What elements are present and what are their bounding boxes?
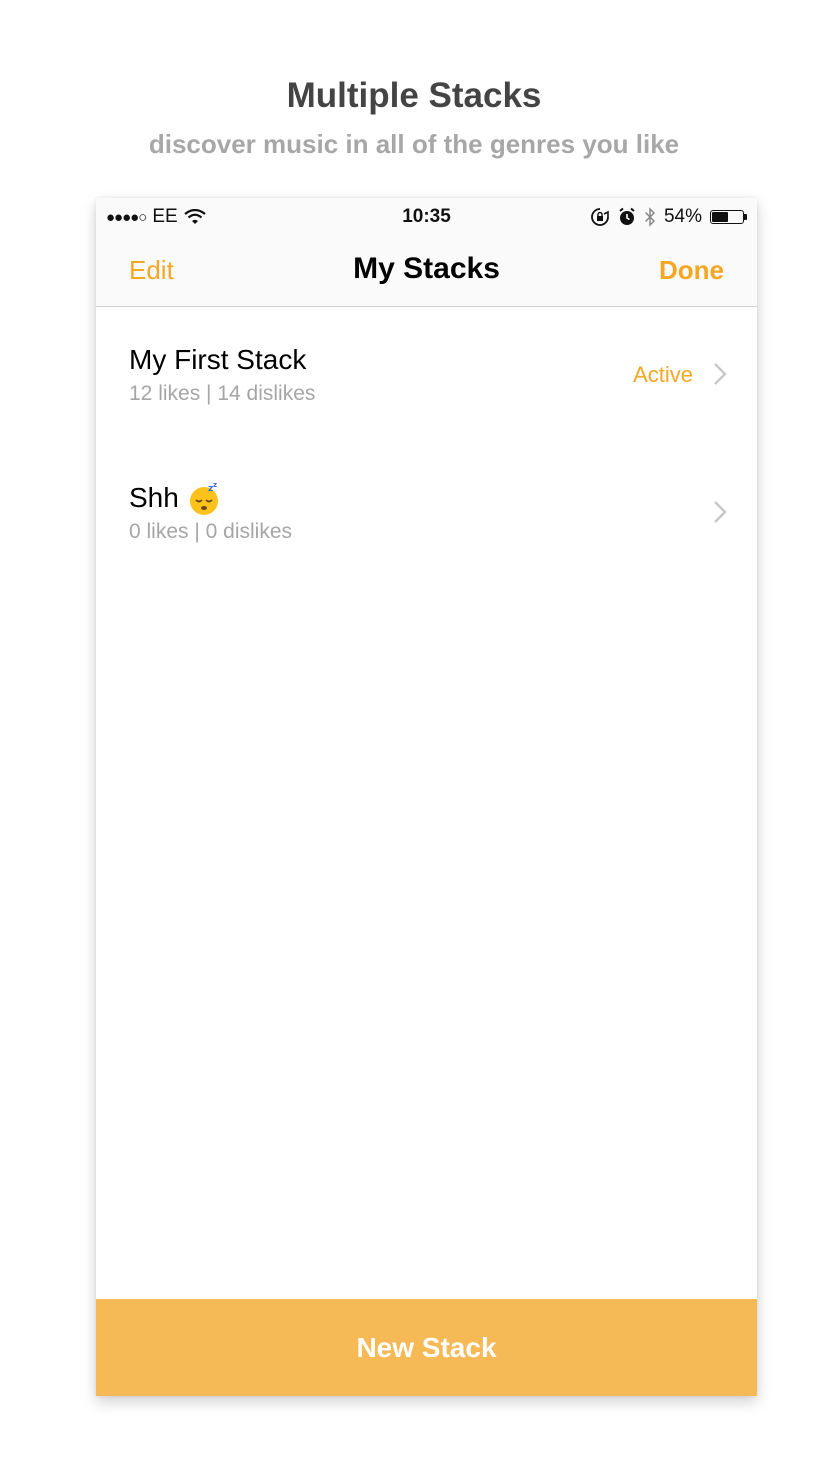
stack-name-label: My First Stack: [129, 344, 307, 375]
page-title: My Stacks: [353, 252, 500, 285]
stack-name: My First Stack: [129, 344, 306, 376]
stack-stats: 0 likes | 0 dislikes: [129, 520, 293, 543]
battery-body: [710, 210, 744, 224]
battery-fill: [712, 212, 728, 222]
svg-text:z: z: [213, 482, 217, 489]
navigation-bar: ●●●●○ EE 10:35 54% Edit My Stacks Done: [96, 198, 757, 307]
done-button[interactable]: Done: [659, 255, 724, 286]
sleeping-face-icon: z z: [187, 481, 219, 515]
status-bar-right: 54%: [590, 206, 747, 228]
chevron-right-icon: [713, 500, 727, 529]
active-status-label: Active: [633, 362, 693, 387]
stack-name-label: Shh: [129, 482, 179, 513]
stack-row-shh[interactable]: Shh z z 0 likes | 0 dislikes: [96, 458, 757, 568]
stack-stats: 12 likes | 14 dislikes: [129, 382, 316, 405]
stack-name: Shh z z: [129, 481, 219, 515]
bluetooth-icon: [644, 207, 656, 227]
phone-screen: ●●●●○ EE 10:35 54% Edit My Stacks Done M…: [96, 198, 757, 1396]
battery-icon: [710, 210, 747, 224]
new-stack-button[interactable]: New Stack: [96, 1299, 757, 1396]
promo-title: Multiple Stacks: [286, 76, 542, 115]
battery-nub: [744, 214, 747, 220]
orientation-lock-icon: [590, 207, 610, 227]
battery-percent: 54%: [663, 206, 702, 227]
chevron-right-icon: [713, 362, 727, 391]
stack-row-my-first-stack[interactable]: My First Stack 12 likes | 14 dislikes Ac…: [96, 320, 757, 430]
promo-subtitle: discover music in all of the genres you …: [148, 129, 680, 159]
alarm-icon: [618, 207, 636, 227]
